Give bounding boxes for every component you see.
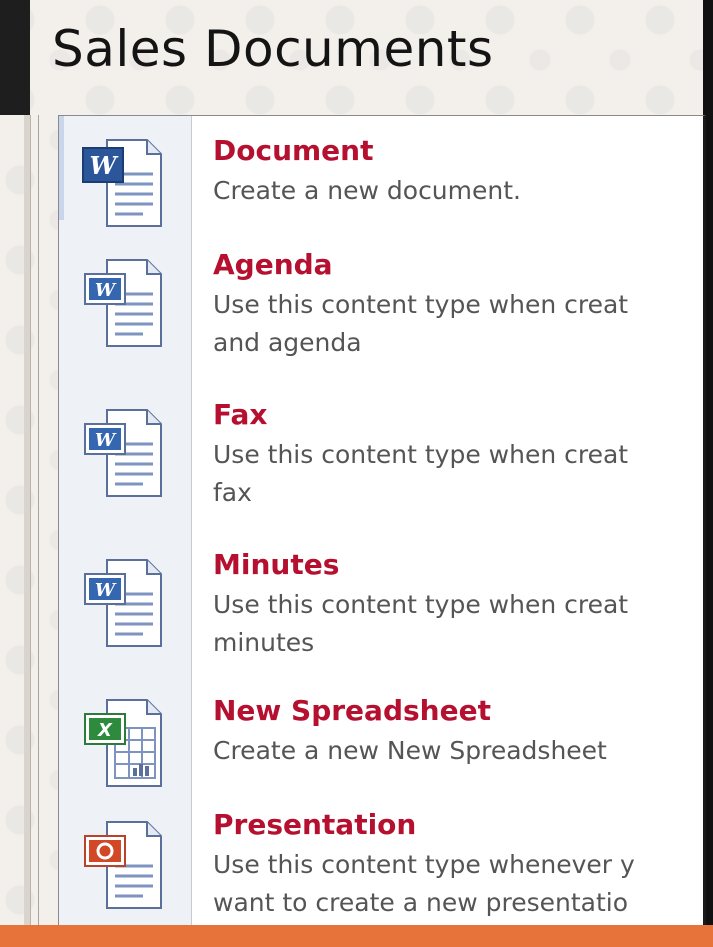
description-line-1: Use this content type when creat — [213, 290, 629, 319]
description-line-2: and agenda — [213, 328, 362, 357]
toolbar-edge — [24, 115, 31, 927]
menu-item-description: Use this content type when creat and age… — [213, 286, 703, 362]
description-line-1: Use this content type whenever y — [213, 850, 635, 879]
word-template-icon: W — [77, 254, 169, 354]
description-line-2: minutes — [213, 628, 315, 657]
menu-item-title: Minutes — [213, 548, 340, 581]
menu-item-fax[interactable]: W Fax Use this content type when creat f… — [59, 398, 703, 518]
menu-item-description: Use this content type when creat fax — [213, 436, 703, 512]
menu-item-presentation[interactable]: Presentation Use this content type whene… — [59, 808, 703, 928]
menu-item-title: New Spreadsheet — [213, 694, 491, 727]
description-line-1: Create a new New Spreadsheet — [213, 736, 607, 765]
word-template-icon: W — [77, 404, 169, 504]
dark-corner — [0, 0, 30, 115]
menu-item-description: Use this content type when creat minutes — [213, 586, 703, 662]
menu-item-title: Presentation — [213, 808, 417, 841]
menu-item-description: Create a new New Spreadsheet — [213, 732, 703, 770]
menu-item-title: Document — [213, 134, 374, 167]
accent-strip — [0, 925, 713, 947]
powerpoint-presentation-icon — [77, 816, 169, 916]
description-line-1: Create a new document. — [213, 176, 521, 205]
svg-text:W: W — [95, 580, 117, 601]
word-template-icon: W — [77, 554, 169, 654]
description-line-2: fax — [213, 478, 252, 507]
excel-spreadsheet-icon: X — [77, 694, 169, 794]
menu-item-minutes[interactable]: W Minutes Use this content type when cre… — [59, 548, 703, 668]
menu-item-title: Agenda — [213, 248, 333, 281]
svg-text:X: X — [97, 720, 113, 741]
menu-item-agenda[interactable]: W Agenda Use this content type when crea… — [59, 248, 703, 368]
menu-item-description: Create a new document. — [213, 172, 703, 210]
description-line-1: Use this content type when creat — [213, 440, 629, 469]
menu-item-title: Fax — [213, 398, 268, 431]
menu-item-description: Use this content type whenever y want to… — [213, 846, 703, 922]
divider-line — [38, 115, 39, 947]
new-document-menu: W Document Create a new document. W Agen… — [58, 115, 706, 947]
svg-text:W: W — [95, 280, 117, 301]
word-document-icon: W — [77, 134, 169, 234]
menu-item-new-spreadsheet[interactable]: X New Spreadsheet Create a new New Sprea… — [59, 694, 703, 794]
svg-text:W: W — [90, 151, 119, 180]
description-line-1: Use this content type when creat — [213, 590, 629, 619]
page-title: Sales Documents — [52, 20, 494, 78]
description-line-2: want to create a new presentatio — [213, 888, 628, 917]
menu-item-document[interactable]: W Document Create a new document. — [59, 134, 703, 234]
svg-text:W: W — [95, 430, 117, 451]
